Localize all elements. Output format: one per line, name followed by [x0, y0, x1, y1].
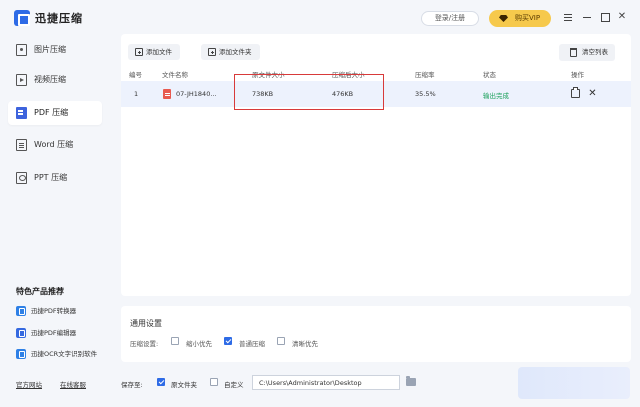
sidebar-item-image[interactable]: 图片压缩 — [8, 38, 102, 62]
video-icon — [16, 74, 27, 86]
size-highlight-box — [234, 74, 384, 110]
row-index: 1 — [134, 90, 139, 98]
clear-list-button[interactable]: 清空列表 — [559, 44, 615, 61]
ocr-icon — [16, 349, 26, 359]
pdf-editor-icon — [16, 328, 26, 338]
start-compress-button[interactable] — [518, 367, 630, 399]
login-button[interactable]: 登录/注册 — [421, 11, 479, 26]
title-bar: 迅捷压缩 登录/注册 购买VIP ✕ — [0, 0, 640, 34]
add-file-label: 添加文件 — [146, 48, 172, 56]
save-to-label: 保存至: — [121, 381, 143, 389]
compress-setting-label: 压缩设置: — [130, 340, 159, 348]
word-icon — [16, 139, 27, 151]
checkbox-size-priority[interactable] — [171, 337, 179, 345]
column-header-index: 编号 — [129, 71, 142, 79]
column-header-status: 状态 — [483, 71, 496, 79]
original-folder-label: 原文件夹 — [171, 381, 197, 389]
row-ratio: 35.5% — [415, 90, 436, 98]
sidebar-item-label: PDF 压缩 — [34, 108, 69, 117]
ppt-icon — [16, 172, 27, 184]
sidebar-item-label: PPT 压缩 — [34, 173, 68, 182]
add-folder-icon — [208, 48, 216, 56]
clear-list-label: 清空列表 — [582, 48, 608, 56]
feature-label: 迅捷OCR文字识别软件 — [31, 350, 98, 358]
column-header-ratio: 压缩率 — [415, 71, 435, 79]
add-file-icon — [135, 48, 143, 56]
sidebar-item-label: 图片压缩 — [34, 45, 66, 54]
sidebar-item-video[interactable]: 视频压缩 — [8, 68, 102, 92]
close-window-icon[interactable]: ✕ — [617, 12, 627, 22]
pdf-icon — [16, 107, 27, 119]
sidebar: 图片压缩 视频压缩 PDF 压缩 Word 压缩 PPT 压缩 特色产品推荐 迅… — [0, 34, 112, 407]
checkbox-clarity-priority[interactable] — [277, 337, 285, 345]
buy-vip-button[interactable]: 购买VIP — [489, 10, 551, 27]
add-folder-button[interactable]: 添加文件夹 — [201, 44, 260, 60]
menu-icon[interactable] — [563, 12, 573, 22]
trash-icon — [570, 48, 577, 57]
app-window: 迅捷压缩 登录/注册 购买VIP ✕ 图片压缩 视频压缩 PDF 压缩 Word… — [0, 0, 640, 407]
maximize-icon[interactable] — [600, 12, 610, 22]
file-list-panel: 添加文件 添加文件夹 清空列表 编号 文件名称 原文件大小 压缩后大小 压缩率 … — [121, 34, 631, 296]
online-support-link[interactable]: 在线客服 — [60, 379, 86, 389]
option-clarity-priority-label: 清晰优先 — [292, 340, 318, 348]
feature-pdf-editor[interactable]: 迅捷PDF编辑器 — [16, 327, 76, 339]
settings-title: 通用设置 — [130, 319, 162, 328]
checkbox-custom-path[interactable] — [210, 378, 218, 386]
browse-folder-icon[interactable] — [406, 376, 416, 386]
feature-pdf-converter[interactable]: 迅捷PDF转换器 — [16, 305, 76, 317]
option-size-priority-label: 缩小优先 — [186, 340, 212, 348]
app-logo-icon — [14, 10, 30, 26]
custom-path-label: 自定义 — [224, 381, 244, 389]
pdf-converter-icon — [16, 306, 26, 316]
row-status: 输出完成 — [483, 92, 509, 100]
save-path-input[interactable] — [252, 375, 400, 390]
official-site-link[interactable]: 官方网站 — [16, 379, 42, 389]
pdf-file-icon — [163, 89, 171, 99]
settings-panel: 通用设置 压缩设置: 缩小优先 普通压缩 清晰优先 — [121, 306, 631, 362]
sidebar-item-label: 视频压缩 — [34, 75, 66, 84]
sidebar-item-pdf[interactable]: PDF 压缩 — [8, 101, 102, 125]
featured-products-title: 特色产品推荐 — [16, 287, 64, 296]
feature-ocr[interactable]: 迅捷OCR文字识别软件 — [16, 348, 97, 360]
column-header-actions: 操作 — [571, 71, 584, 79]
sidebar-item-ppt[interactable]: PPT 压缩 — [8, 166, 102, 190]
minimize-icon[interactable] — [582, 12, 592, 22]
diamond-icon — [499, 15, 508, 22]
add-file-button[interactable]: 添加文件 — [128, 44, 180, 60]
checkbox-original-folder[interactable] — [157, 378, 165, 386]
checkbox-normal-compress[interactable] — [224, 337, 232, 345]
feature-label: 迅捷PDF转换器 — [31, 307, 77, 315]
app-title: 迅捷压缩 — [35, 12, 83, 25]
option-normal-compress-label: 普通压缩 — [239, 340, 265, 348]
add-folder-label: 添加文件夹 — [219, 48, 252, 56]
image-icon — [16, 44, 27, 56]
row-file-name: 07-JH1840... — [176, 90, 217, 98]
remove-icon[interactable]: ✕ — [588, 89, 597, 99]
sidebar-item-label: Word 压缩 — [34, 140, 74, 149]
feature-label: 迅捷PDF编辑器 — [31, 329, 77, 337]
sidebar-item-word[interactable]: Word 压缩 — [8, 133, 102, 157]
open-folder-icon[interactable] — [571, 87, 580, 98]
column-header-name: 文件名称 — [162, 71, 188, 79]
vip-label: 购买VIP — [515, 14, 541, 22]
